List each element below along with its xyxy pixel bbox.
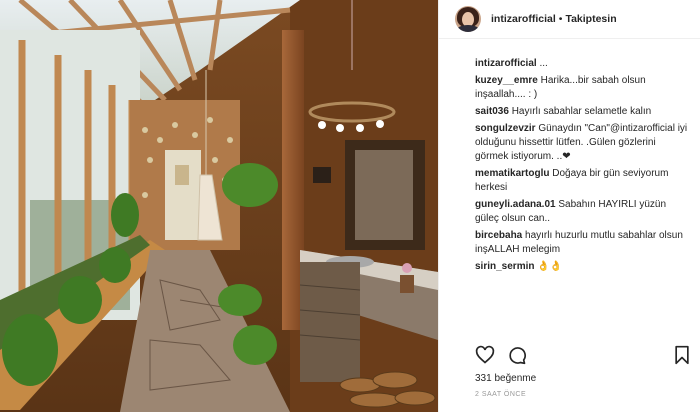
comment-text: Hayırlı sabahlar selametle kalın bbox=[511, 106, 652, 117]
comment-username[interactable]: guneyli.adana.01 bbox=[475, 199, 556, 210]
caption-username[interactable]: intizarofficial bbox=[475, 58, 537, 69]
post-timestamp: 2 SAAT ÖNCE bbox=[475, 391, 527, 398]
caption: intizarofficial ... bbox=[475, 57, 690, 71]
comment-username[interactable]: sirin_sermin bbox=[475, 261, 534, 272]
heart-icon[interactable] bbox=[475, 345, 495, 365]
comment-username[interactable]: kuzey__emre bbox=[475, 75, 538, 86]
avatar[interactable] bbox=[455, 6, 481, 32]
comments-list: intizarofficial ... kuzey__emre Harika..… bbox=[439, 39, 700, 274]
bookmark-icon[interactable] bbox=[672, 345, 692, 365]
comment-item: sait036 Hayırlı sabahlar selametle kalın bbox=[475, 105, 690, 119]
comment-icon[interactable] bbox=[507, 345, 527, 365]
caption-text: ... bbox=[539, 58, 548, 69]
action-bar bbox=[475, 345, 692, 367]
comment-item: sirin_sermin 👌👌 bbox=[475, 260, 690, 274]
like-count[interactable]: 331 beğenme bbox=[475, 373, 536, 384]
comment-item: bircebaha hayırlı huzurlu mutlu sabahlar… bbox=[475, 229, 690, 257]
comment-username[interactable]: bircebaha bbox=[475, 230, 522, 241]
comment-item: mematikartoglu Doğaya bir gün seviyorum … bbox=[475, 167, 690, 195]
post-photo[interactable] bbox=[0, 0, 438, 412]
post-side-panel: intizarofficial • Takiptesin intizaroffi… bbox=[438, 0, 700, 412]
comment-item: kuzey__emre Harika...bir sabah olsun inş… bbox=[475, 74, 690, 102]
greenhouse-corridor-photo bbox=[0, 0, 438, 412]
post-header: intizarofficial • Takiptesin bbox=[439, 0, 700, 39]
separator-dot: • bbox=[558, 13, 563, 25]
comment-username[interactable]: sait036 bbox=[475, 106, 509, 117]
comment-text: 👌👌 bbox=[537, 261, 563, 272]
follow-status-button[interactable]: Takiptesin bbox=[565, 13, 616, 25]
comment-username[interactable]: mematikartoglu bbox=[475, 168, 549, 179]
username-link[interactable]: intizarofficial bbox=[491, 13, 556, 25]
comment-item: guneyli.adana.01 Sabahın HAYIRLI yüzün g… bbox=[475, 198, 690, 226]
comment-item: songulzevzir Günaydın "Can"@intizaroffic… bbox=[475, 122, 690, 164]
comment-username[interactable]: songulzevzir bbox=[475, 123, 536, 134]
